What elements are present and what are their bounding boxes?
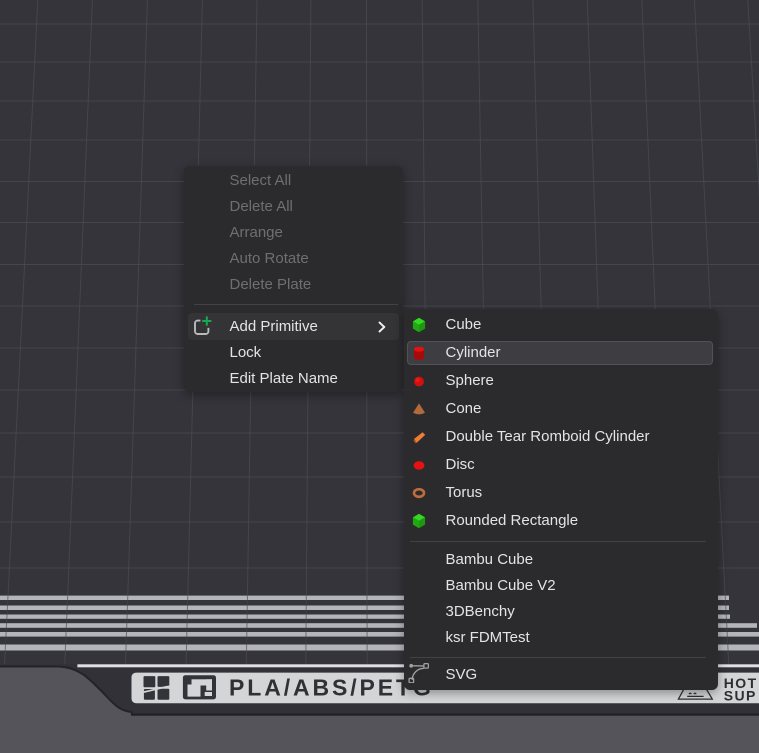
svg-text:SUP: SUP (724, 688, 757, 704)
